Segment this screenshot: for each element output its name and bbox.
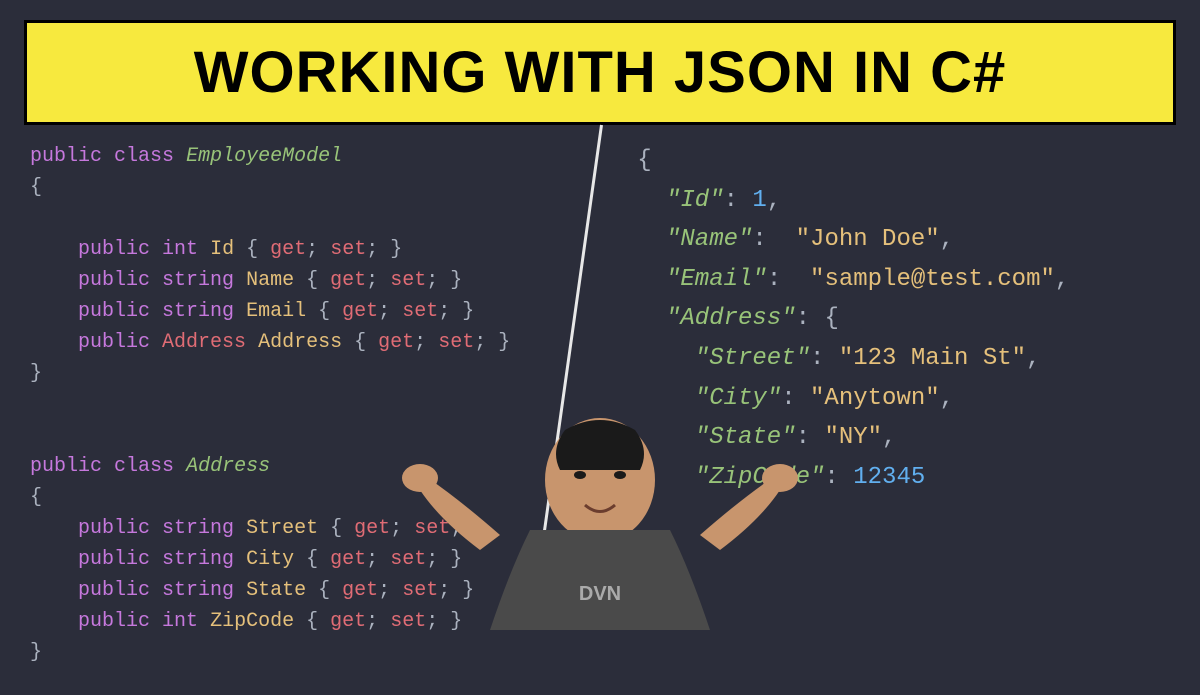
content-area: public class EmployeeModel { public int … [0, 135, 1200, 670]
person-icon: DVN [390, 370, 810, 670]
svg-text:DVN: DVN [579, 583, 621, 605]
presenter-photo: DVN [390, 370, 810, 670]
title-banner: WORKING WITH JSON IN C# [24, 20, 1176, 125]
